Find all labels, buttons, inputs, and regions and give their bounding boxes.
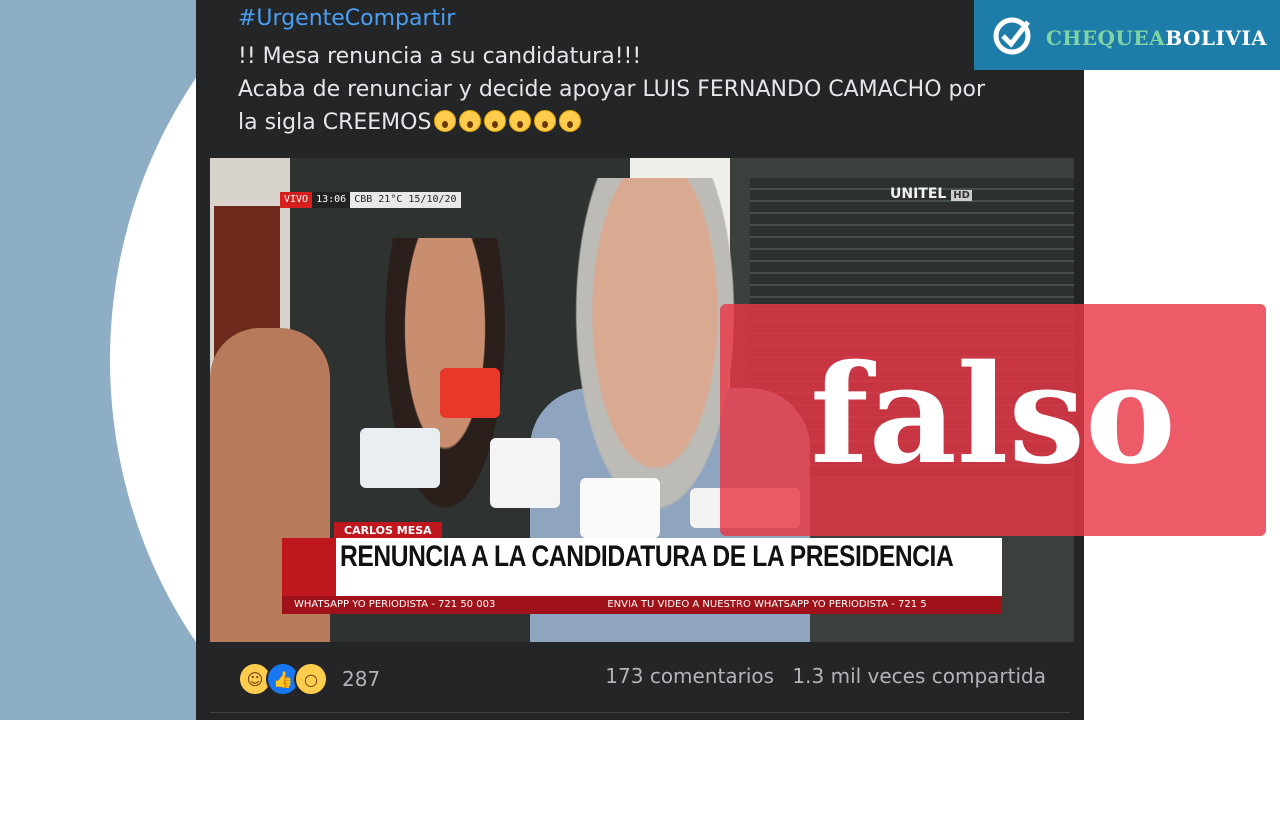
logo-text: CHEQUEABOLIVIA xyxy=(1046,26,1267,50)
live-badge: VIVO 13:06 CBB 21°C 15/10/20 xyxy=(280,192,461,208)
logo-text-bolivia: BOLIVIA xyxy=(1165,26,1268,50)
divider xyxy=(210,712,1070,713)
microphone xyxy=(440,368,500,418)
reactions-summary[interactable]: ☺ 👍 ○ 287 xyxy=(238,662,380,696)
reaction-count: 287 xyxy=(342,667,381,691)
post-line-3: la sigla CREEMOS xyxy=(238,106,1058,139)
microphone xyxy=(580,478,660,538)
post-line-1: !! Mesa renuncia a su candidatura!!! xyxy=(238,44,642,69)
verdict-stamp: falso xyxy=(720,304,1266,536)
astonished-face-icon xyxy=(459,110,482,132)
live-label: VIVO xyxy=(280,192,313,208)
lower-third-headline: RENUNCIA A LA CANDIDATURA DE LA PRESIDEN… xyxy=(340,540,954,573)
astonished-face-icon xyxy=(559,110,582,132)
globe-icon xyxy=(282,538,336,596)
astonished-face-icon xyxy=(434,110,457,132)
wow-icon: ○ xyxy=(294,662,328,696)
speaker-name-tag: CARLOS MESA xyxy=(334,522,442,539)
post-line-3-text: la sigla CREEMOS xyxy=(238,110,432,135)
astonished-face-icon xyxy=(534,110,557,132)
post-line-2: Acaba de renunciar y decide apoyar LUIS … xyxy=(238,77,985,102)
logo-text-chequea: CHEQUEA xyxy=(1046,26,1166,50)
check-mark-icon xyxy=(993,17,1031,55)
news-ticker: WHATSAPP YO PERIODISTA - 721 50 003 ENVIA… xyxy=(282,596,1002,614)
broadcast-location: CBB 21°C 15/10/20 xyxy=(350,192,461,208)
ticker-text-right: ENVIA TU VIDEO A NUESTRO WHATSAPP YO PER… xyxy=(607,599,927,610)
microphone xyxy=(360,428,440,488)
hashtag-link[interactable]: #UrgenteCompartir xyxy=(238,6,455,31)
astonished-face-icon xyxy=(484,110,507,132)
astonished-face-icon xyxy=(509,110,532,132)
broadcast-time: 13:06 xyxy=(312,192,351,208)
channel-logo: UNITEL HD xyxy=(890,186,972,202)
ticker-text-left: WHATSAPP YO PERIODISTA - 721 50 003 xyxy=(294,599,496,610)
channel-name: UNITEL xyxy=(890,186,947,202)
shares-count-link[interactable]: 1.3 mil veces compartida xyxy=(792,664,1046,688)
microphone xyxy=(490,438,560,508)
channel-hd: HD xyxy=(951,190,972,201)
engagement-stats: 173 comentarios 1.3 mil veces compartida xyxy=(593,664,1046,688)
post-text: !! Mesa renuncia a su candidatura!!! Aca… xyxy=(238,40,1058,139)
verdict-label: falso xyxy=(810,335,1176,495)
comments-count-link[interactable]: 173 comentarios xyxy=(605,664,774,688)
chequea-bolivia-logo: CHEQUEABOLIVIA xyxy=(974,0,1280,70)
